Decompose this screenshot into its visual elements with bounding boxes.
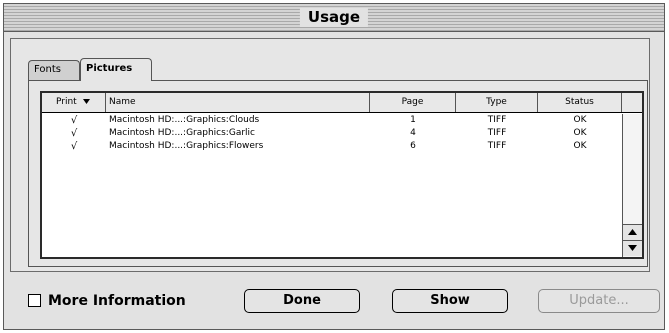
picture-name: Macintosh HD:...:Graphics:Clouds [109,115,260,125]
tab-pictures[interactable]: Pictures [80,58,152,81]
scroll-down-arrow-icon [628,245,637,251]
picture-name: Macintosh HD:...:Graphics:Garlic [109,128,255,138]
column-header-name[interactable]: Name [106,93,370,112]
list-rows: √ Macintosh HD:...:Graphics:Clouds 1 TIF… [42,114,622,153]
picture-type: TIFF [487,115,507,125]
more-information-checkbox[interactable] [28,294,41,307]
column-header-status[interactable]: Status [538,93,622,112]
column-header-page[interactable]: Page [370,93,456,112]
picture-status: OK [573,141,587,151]
title-bar[interactable]: Usage [4,4,664,32]
print-checkmark[interactable]: √ [42,127,106,140]
header-corner [622,93,642,112]
table-row[interactable]: √ Macintosh HD:...:Graphics:Flowers 6 TI… [42,140,622,153]
picture-page: 6 [410,141,416,151]
column-header-print-label: Print [56,97,77,107]
print-checkmark[interactable]: √ [42,114,106,127]
done-button[interactable]: Done [244,289,360,313]
picture-status: OK [573,115,587,125]
picture-name: Macintosh HD:...:Graphics:Flowers [109,141,264,151]
picture-page: 1 [410,115,416,125]
pictures-list: Print Name Page Type Status √ Macintosh … [40,91,644,259]
table-row[interactable]: √ Macintosh HD:...:Graphics:Clouds 1 TIF… [42,114,622,127]
picture-type: TIFF [487,128,507,138]
column-header-print[interactable]: Print [42,93,106,112]
scroll-up-arrow-icon [628,229,637,235]
show-button[interactable]: Show [392,289,508,313]
scroll-down-button[interactable] [623,240,642,256]
update-button: Update... [538,289,660,313]
vertical-scrollbar[interactable] [622,114,642,257]
list-header: Print Name Page Type Status [42,93,642,113]
table-row[interactable]: √ Macintosh HD:...:Graphics:Garlic 4 TIF… [42,127,622,140]
tab-fonts[interactable]: Fonts [28,60,80,80]
picture-status: OK [573,128,587,138]
picture-type: TIFF [487,141,507,151]
picture-page: 4 [410,128,416,138]
scroll-up-button[interactable] [623,224,642,240]
sort-triangle-icon [82,99,90,104]
more-information-label[interactable]: More Information [48,292,186,310]
print-checkmark[interactable]: √ [42,140,106,153]
window-title: Usage [299,8,369,27]
column-header-type[interactable]: Type [456,93,538,112]
